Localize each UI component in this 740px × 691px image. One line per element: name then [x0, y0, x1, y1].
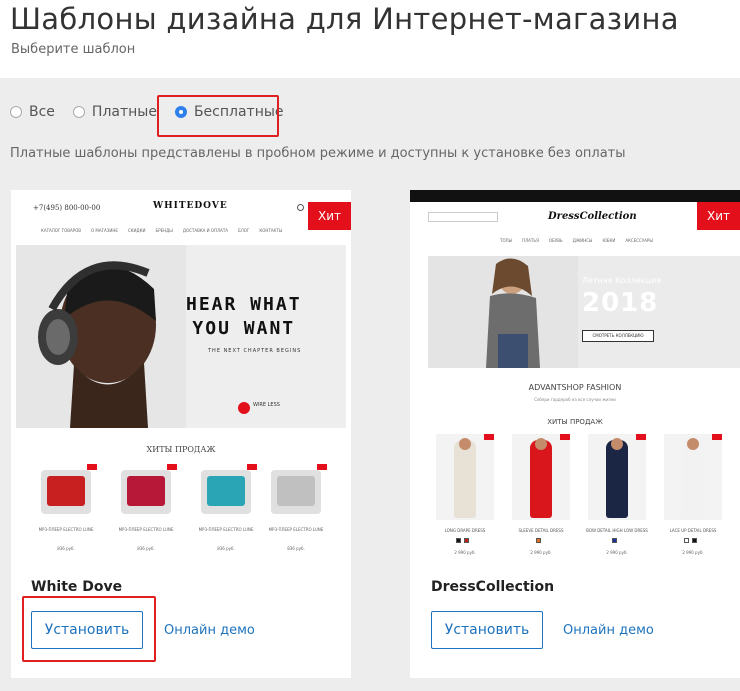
online-demo-link[interactable]: Онлайн демо — [563, 623, 654, 638]
highlight-filter-free — [157, 95, 279, 137]
page-subtitle: Выберите шаблон — [11, 42, 136, 57]
hit-badge: Хит — [696, 202, 740, 230]
radio-circle-icon — [10, 106, 22, 118]
preview-product: SLEEVE DETAIL DRESS 2 990 руб. — [508, 434, 574, 555]
preview-hero-button: СМОТРЕТЬ КОЛЛЕКЦИЮ — [582, 330, 654, 342]
preview-hero-title: Летняя Коллекция — [582, 276, 662, 285]
preview-product: MP3-ПЛЕЕР ELECTRO LUNE 836 руб. — [263, 462, 329, 552]
preview-tagline: THE NEXT CHAPTER BEGINS — [208, 348, 302, 354]
preview-section-title: ХИТЫ ПРОДАЖ — [146, 445, 216, 454]
preview-search-field — [428, 212, 498, 222]
filter-paid-label: Платные — [91, 104, 157, 120]
highlight-install-button — [22, 596, 156, 662]
preview-hero-year: 2018 — [582, 288, 659, 318]
preview-logo: DressCollection — [548, 211, 637, 222]
preview-product: MP3-ПЛЕЕР ELECTRO LUNE 836 руб. — [113, 462, 179, 552]
beats-logo-icon — [238, 402, 250, 414]
preview-phone: +7(495) 800-00-00 — [33, 204, 101, 212]
template-preview-white-dove[interactable]: +7(495) 800-00-00 WHITEDOVE КАТАЛОГ ТОВА… — [11, 190, 351, 560]
preview-hero-banner: Летняя Коллекция 2018 СМОТРЕТЬ КОЛЛЕКЦИЮ — [428, 256, 740, 368]
preview-product: MP3-ПЛЕЕР ELECTRO LUNE 836 руб. — [33, 462, 99, 552]
install-button[interactable]: Установить — [431, 611, 543, 649]
preview-headline: HEAR WHAT YOU WANT — [186, 294, 302, 339]
model-with-headphones-image — [16, 245, 186, 428]
preview-top-bar — [410, 190, 740, 202]
preview-product: LACE UP DETAIL DRESS 2 990 руб. — [660, 434, 726, 555]
search-icon — [297, 204, 304, 211]
template-card-dresscollection: DressCollection ТОПЫ ПЛАТЬЯ ОБУВЬ ДЖИНСЫ ЮБК… — [410, 190, 740, 678]
preview-brand-small: WIRE LESS — [253, 402, 280, 408]
filter-all-label: Все — [29, 104, 55, 120]
template-name: White Dove — [31, 579, 123, 595]
page-title: Шаблоны дизайна для Интернет-магазина — [10, 2, 679, 36]
preview-product: LONG DRAPE DRESS 2 990 руб. — [432, 434, 498, 555]
filter-all-radio[interactable]: Все — [10, 104, 55, 120]
preview-brand-sub: Собери гардероб на все случаи жизни — [534, 397, 616, 402]
radio-circle-icon — [72, 106, 85, 118]
preview-product: BOW DETAIL HIGH LOW DRESS 2 990 руб. — [584, 434, 650, 555]
preview-header: +7(495) 800-00-00 WHITEDOVE КАТАЛОГ ТОВА… — [11, 190, 351, 238]
preview-nav: КАТАЛОГ ТОВАРОВ О МАГАЗИНЕ СКИДКИ БРЕНДЫ ДОС… — [41, 228, 283, 233]
preview-product: MP3-ПЛЕЕР ELECTRO LUNE 836 руб. — [193, 462, 259, 552]
template-name: DressCollection — [431, 579, 555, 595]
paid-templates-notice: Платные шаблоны представлены в пробном р… — [10, 146, 626, 161]
preview-hero-banner: HEAR WHAT YOU WANT THE NEXT CHAPTER BEGI… — [16, 245, 346, 428]
model-image — [428, 256, 578, 368]
filter-paid-radio[interactable]: Платные — [72, 104, 157, 120]
template-preview-dresscollection[interactable]: DressCollection ТОПЫ ПЛАТЬЯ ОБУВЬ ДЖИНСЫ ЮБК… — [410, 190, 740, 560]
preview-nav: ТОПЫ ПЛАТЬЯ ОБУВЬ ДЖИНСЫ ЮБКИ АКСЕССУАРЫ — [500, 238, 653, 243]
hit-badge: Хит — [307, 202, 351, 230]
preview-brand: ADVANTSHOP FASHION — [528, 383, 622, 392]
preview-section-title: ХИТЫ ПРОДАЖ — [547, 418, 603, 426]
preview-logo: WHITEDOVE — [153, 201, 228, 211]
online-demo-link[interactable]: Онлайн демо — [164, 623, 255, 638]
